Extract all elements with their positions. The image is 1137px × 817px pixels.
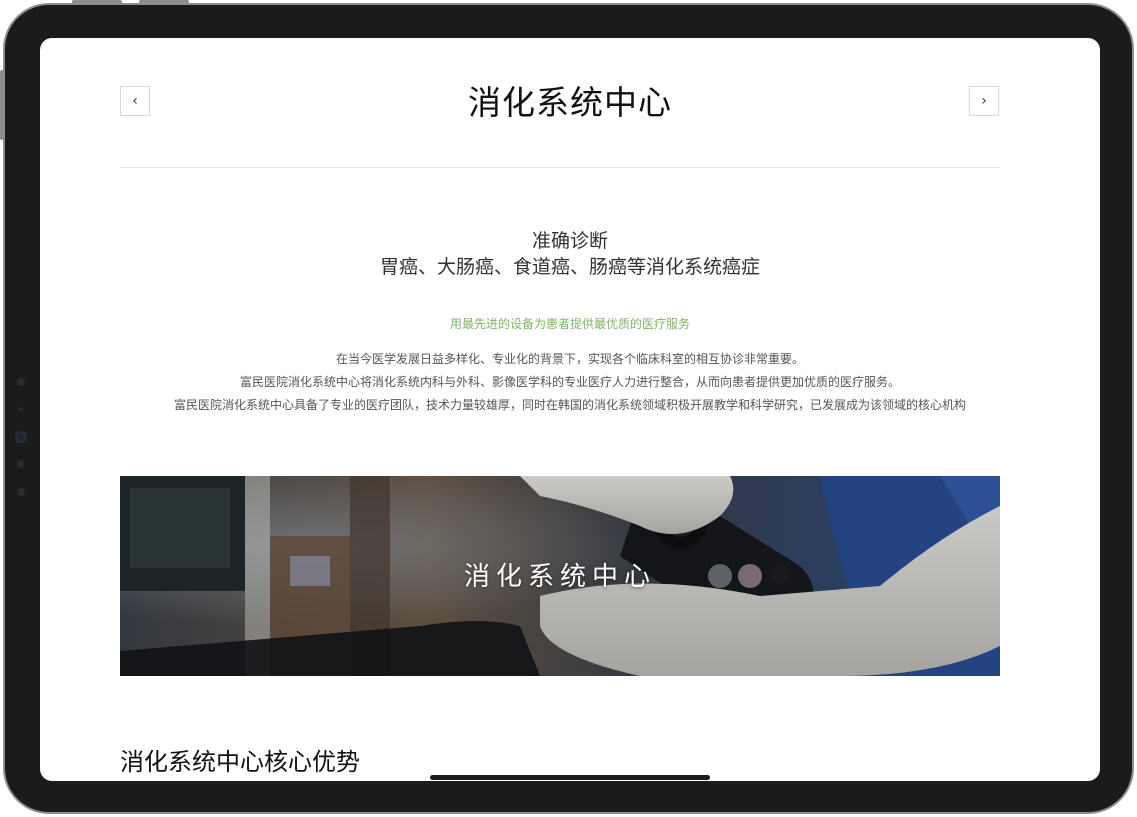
banner-image: 消化系统中心	[120, 476, 1000, 676]
description-paragraph: 在当今医学发展日益多样化、专业化的背景下，实现各个临床科室的相互协诊非常重要。	[335, 352, 804, 366]
sensor-dot	[17, 378, 25, 386]
banner-title: 消化系统中心	[463, 562, 656, 592]
section-title: 消化系统中心核心优势	[120, 748, 360, 776]
headline-line-2: 胃癌、大肠癌、食道癌、肠癌等消化系统癌症	[379, 256, 760, 278]
description-paragraph: 富民医院消化系统中心将消化系统内科与外科、影像医学科的专业医疗人力进行整合，从而…	[239, 375, 900, 389]
intro-description: 在当今医学发展日益多样化、专业化的背景下，实现各个临床科室的相互协诊非常重要。 …	[40, 348, 1100, 417]
next-button[interactable]: ›	[969, 86, 999, 116]
divider	[120, 167, 1000, 168]
sensor-dot	[17, 460, 25, 468]
intro-headline: 准确诊断 胃癌、大肠癌、食道癌、肠癌等消化系统癌症	[40, 228, 1100, 280]
page-title: 消化系统中心	[468, 83, 672, 122]
slogan: 用最先进的设备为患者提供最优质的医疗服务	[449, 317, 690, 331]
front-camera	[15, 431, 27, 443]
side-button	[0, 70, 4, 140]
description-paragraph: 富民医院消化系统中心具备了专业的医疗团队，技术力量较雄厚，同时在韩国的消化系统领…	[173, 398, 966, 412]
volume-button	[139, 0, 189, 4]
screen: ‹ 消化系统中心 › 准确诊断 胃癌、大肠癌、食道癌、肠癌等消化系统癌症 用最先…	[40, 38, 1100, 781]
home-indicator[interactable]	[430, 775, 710, 780]
power-button	[72, 0, 122, 4]
chevron-right-icon: ›	[981, 93, 987, 109]
headline-line-1: 准确诊断	[531, 230, 608, 252]
sensor-dot	[17, 488, 25, 496]
sensor-dot	[19, 407, 23, 411]
